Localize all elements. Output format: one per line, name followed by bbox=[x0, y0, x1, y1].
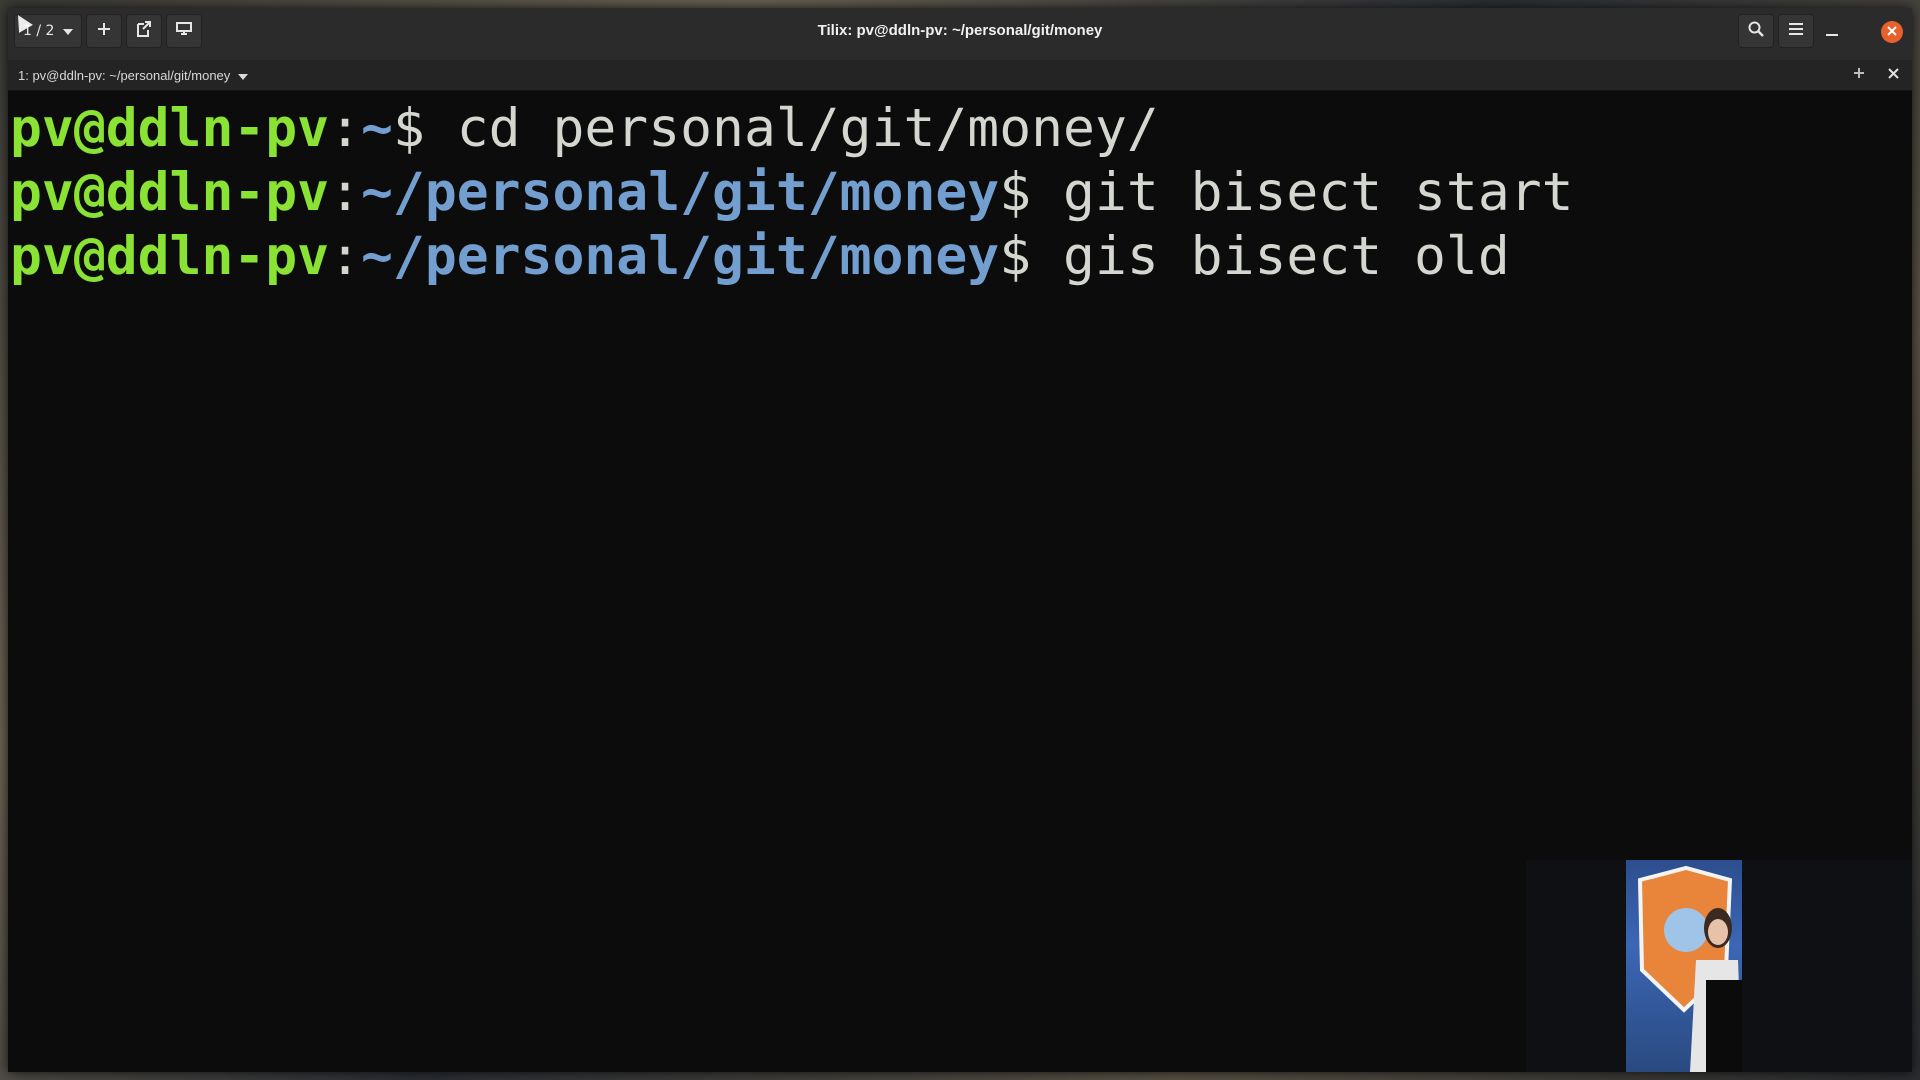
prompt-symbol: $ bbox=[999, 162, 1064, 223]
webcam-overlay bbox=[1526, 860, 1912, 1072]
menu-button[interactable] bbox=[1778, 14, 1814, 48]
prompt-user: pv@ddln-pv bbox=[10, 162, 330, 223]
terminal-add-button[interactable] bbox=[1854, 66, 1864, 82]
close-icon bbox=[1888, 65, 1899, 83]
terminal-line: pv@ddln-pv:~/personal/git/money$ git bis… bbox=[10, 161, 1574, 225]
prompt-path: ~/personal/git/money bbox=[361, 162, 1000, 223]
plus-icon bbox=[1854, 66, 1864, 82]
speaker-video bbox=[1626, 860, 1742, 1072]
prompt-symbol: $ bbox=[392, 98, 457, 159]
hamburger-menu-icon bbox=[1789, 23, 1803, 39]
prompt-path: ~ bbox=[361, 98, 393, 159]
prompt-user: pv@ddln-pv bbox=[10, 98, 330, 159]
minimize-icon bbox=[1826, 21, 1838, 40]
terminal-line: pv@ddln-pv:~/personal/git/money$ gis bis… bbox=[10, 225, 1510, 289]
terminal-window: 1 / 2 Tilix: pv@ddln-pv: ~/personal/git/… bbox=[8, 8, 1912, 1072]
window-title: Tilix: pv@ddln-pv: ~/personal/git/money bbox=[817, 22, 1103, 39]
terminal-title-dropdown[interactable]: 1: pv@ddln-pv: ~/personal/git/money bbox=[18, 68, 249, 83]
minimize-button[interactable] bbox=[1822, 20, 1842, 40]
command-text: git bisect start bbox=[1063, 162, 1574, 223]
prompt-separator: : bbox=[329, 162, 362, 223]
prompt-path: ~/personal/git/money bbox=[361, 226, 1000, 287]
prompt-symbol: $ bbox=[999, 226, 1064, 287]
terminal-close-button[interactable] bbox=[1888, 65, 1899, 83]
terminal-line: pv@ddln-pv:~$ cd personal/git/money/ bbox=[10, 97, 1159, 161]
prompt-user: pv@ddln-pv bbox=[10, 226, 330, 287]
terminal-header: 1: pv@ddln-pv: ~/personal/git/money bbox=[8, 60, 1912, 91]
close-icon bbox=[1887, 24, 1897, 40]
window-close-button[interactable] bbox=[1881, 21, 1903, 43]
prompt-separator: : bbox=[329, 98, 362, 159]
chevron-down-icon bbox=[238, 68, 249, 83]
title-bar: 1 / 2 Tilix: pv@ddln-pv: ~/personal/git/… bbox=[8, 8, 1912, 61]
terminal-title: 1: pv@ddln-pv: ~/personal/git/money bbox=[18, 68, 231, 83]
search-button[interactable] bbox=[1738, 14, 1774, 48]
command-text: cd personal/git/money/ bbox=[456, 98, 1159, 159]
command-text: gis bisect old bbox=[1063, 226, 1510, 287]
search-icon bbox=[1748, 21, 1764, 41]
prompt-separator: : bbox=[329, 226, 362, 287]
